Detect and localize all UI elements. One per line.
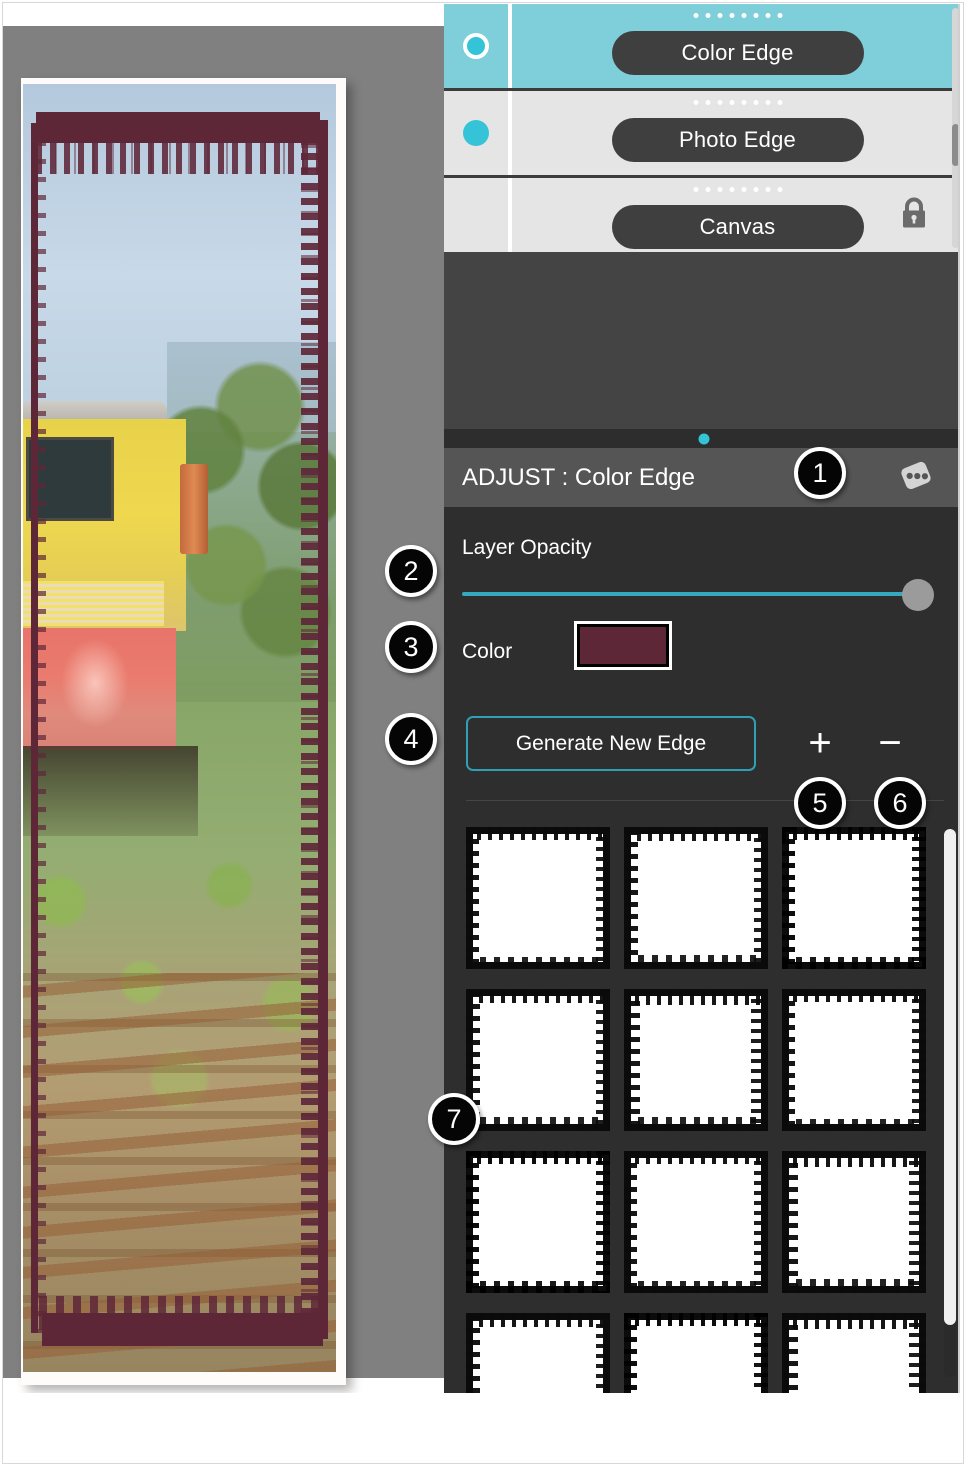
- layer-row[interactable]: Color Edge: [444, 4, 963, 91]
- edge-preset-thumbnail[interactable]: [624, 989, 768, 1131]
- section-divider: [466, 800, 944, 801]
- photo-rusty-drum: [179, 463, 208, 555]
- edge-preset-thumbnail[interactable]: [624, 1151, 768, 1293]
- edge-preset-thumbnail[interactable]: [782, 1151, 926, 1293]
- generate-new-edge-button[interactable]: Generate New Edge: [466, 716, 756, 771]
- photo-train-stripes: [23, 581, 164, 627]
- edge-preset-thumbnail[interactable]: [782, 827, 926, 969]
- adjust-panel-body: Layer Opacity Color Generate New Edge + …: [444, 507, 963, 1393]
- callout-badge-7: 7: [428, 1093, 480, 1145]
- callout-badge-2: 2: [385, 545, 437, 597]
- edge-preset-thumbnail[interactable]: [466, 1151, 610, 1293]
- application-window: Color Edge Photo Edge Canvas ADJUST: Co…: [3, 4, 963, 1393]
- layers-panel: Color Edge Photo Edge Canvas: [444, 4, 963, 265]
- layer-name-pill[interactable]: Color Edge: [611, 31, 864, 75]
- color-swatch[interactable]: [574, 621, 672, 670]
- edge-preset-thumbnail[interactable]: [782, 1313, 926, 1393]
- edge-preset-thumbnail[interactable]: [624, 827, 768, 969]
- dice-icon[interactable]: [893, 452, 939, 503]
- edge-preset-thumbnail[interactable]: [466, 827, 610, 969]
- remove-preset-button[interactable]: −: [866, 719, 914, 767]
- workspace-area[interactable]: [3, 26, 444, 1385]
- layer-visibility-toggle[interactable]: [444, 91, 512, 175]
- presets-scrollbar-thumb[interactable]: [944, 829, 956, 1325]
- edge-preset-thumbnail[interactable]: [466, 989, 610, 1131]
- layer-visibility-toggle[interactable]: [444, 178, 512, 262]
- layer-body[interactable]: Color Edge: [512, 4, 963, 88]
- callout-badge-6: 6: [874, 777, 926, 829]
- edge-preset-thumbnail[interactable]: [624, 1313, 768, 1393]
- layer-opacity-slider[interactable]: [462, 579, 934, 611]
- slider-track[interactable]: [462, 592, 930, 596]
- presets-scrollbar[interactable]: [944, 829, 956, 1377]
- layer-body[interactable]: Photo Edge: [512, 91, 963, 175]
- drag-handle-dots-icon[interactable]: [693, 187, 782, 192]
- lock-closed-icon[interactable]: [899, 197, 929, 236]
- photo-paint-wash: [60, 637, 130, 728]
- callout-badge-3: 3: [385, 621, 437, 673]
- photo-train-window: [26, 436, 114, 521]
- preset-grid-inner: [466, 827, 936, 1393]
- layer-row[interactable]: Photo Edge: [444, 91, 963, 178]
- slider-thumb[interactable]: [902, 579, 934, 611]
- right-panel-column: Color Edge Photo Edge Canvas ADJUST: Co…: [444, 4, 963, 1393]
- callout-badge-5: 5: [794, 777, 846, 829]
- photo-canvas[interactable]: [21, 78, 346, 1385]
- panel-resize-dot-icon[interactable]: [698, 433, 709, 444]
- layer-body[interactable]: Canvas: [512, 178, 963, 262]
- photo-railroad-ties: [23, 972, 336, 1372]
- screenshot-root: Color Edge Photo Edge Canvas ADJUST: Co…: [0, 0, 968, 1468]
- panel-right-margin: [960, 4, 963, 1393]
- layer-name-pill[interactable]: Photo Edge: [611, 118, 864, 162]
- callout-badge-1: 1: [794, 447, 846, 499]
- callout-badge-4: 4: [385, 713, 437, 765]
- add-preset-button[interactable]: +: [796, 719, 844, 767]
- visibility-dot-empty-icon[interactable]: [463, 207, 489, 233]
- adjust-panel-title: ADJUST : Color Edge: [462, 463, 695, 491]
- edge-preset-thumbnail[interactable]: [466, 1313, 610, 1393]
- layer-opacity-label: Layer Opacity: [462, 536, 592, 559]
- drag-handle-dots-icon[interactable]: [693, 13, 782, 18]
- edge-presets-grid[interactable]: [444, 813, 963, 1393]
- color-label: Color: [462, 640, 513, 663]
- adjust-panel-header: ADJUST : Color Edge: [444, 448, 963, 507]
- edge-preset-thumbnail[interactable]: [782, 989, 926, 1131]
- photo-image: [23, 84, 336, 1372]
- visibility-dot-icon[interactable]: [463, 120, 489, 146]
- canvas-artwork: [21, 78, 346, 1385]
- drag-handle-dots-icon[interactable]: [693, 100, 782, 105]
- visibility-dot-ringed-icon[interactable]: [463, 33, 489, 59]
- layer-visibility-toggle[interactable]: [444, 4, 512, 88]
- panel-resize-divider[interactable]: [444, 429, 963, 448]
- layers-empty-space: [444, 252, 963, 429]
- layer-name-pill[interactable]: Canvas: [611, 205, 864, 249]
